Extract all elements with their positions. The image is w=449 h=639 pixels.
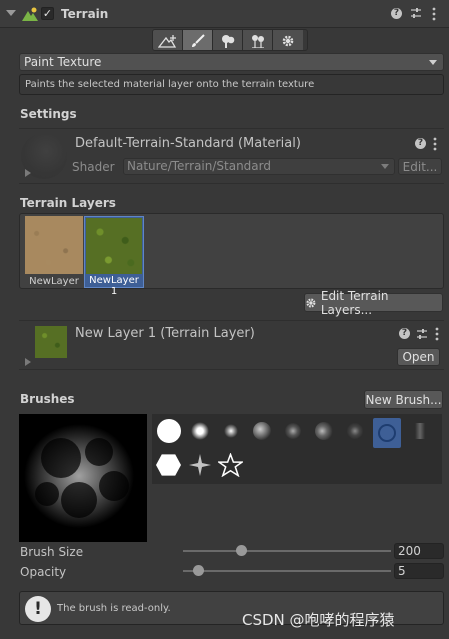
tool-raise-lower-terrain[interactable] [153,30,183,50]
foldout-arrow-icon[interactable] [6,10,16,16]
flower-icon [251,34,264,48]
edit-terrain-layers-button[interactable]: Edit Terrain Layers... [304,289,443,317]
brush-cloud[interactable] [249,418,274,443]
opacity-field[interactable]: 5 [394,563,444,579]
brushes-heading: Brushes [20,392,75,406]
gear-icon [282,35,294,46]
slider-track [183,550,391,552]
brush-row [156,452,243,477]
help-text: The brush is read-only. [57,603,171,614]
mountain-up-icon [157,34,176,48]
dropdown-arrow-icon [429,60,437,65]
terrain-layer-item-selected[interactable]: NewLayer 1 [84,216,144,297]
terrain-layers-heading: Terrain Layers [20,196,116,210]
help-icon[interactable]: ? [415,138,426,149]
new-brush-button[interactable]: New Brush... [364,390,443,409]
preset-icon[interactable] [416,328,428,340]
component-header: ✓ Terrain ? [0,0,449,28]
shader-value: Nature/Terrain/Standard [127,159,271,173]
tool-description: Paints the selected material layer onto … [25,79,315,90]
gear-icon [306,298,316,307]
enabled-checkbox[interactable]: ✓ [41,7,54,20]
brush-size-field[interactable]: 200 [394,543,444,559]
watermark-text: CSDN @咆哮的程序猿 [242,611,395,629]
foldout-arrow-icon[interactable] [25,358,31,366]
layer-inspector-title: New Layer 1 (Terrain Layer) [75,326,255,341]
brush-star-outline[interactable] [218,452,243,477]
tool-terrain-settings[interactable] [273,30,303,50]
terrain-icon [22,7,38,21]
opacity-value: 5 [398,564,406,578]
paint-brush-icon [191,33,205,47]
open-button-label: Open [402,350,435,364]
terrain-layer-label: NewLayer [29,276,79,287]
shader-label: Shader [72,160,115,174]
brush-noise-1[interactable] [280,418,305,443]
context-menu-icon[interactable] [433,137,437,151]
help-icon[interactable]: ? [399,328,410,339]
shader-edit-label: Edit... [402,159,438,174]
tool-select-value: Paint Texture [24,55,102,69]
tool-description-box: Paints the selected material layer onto … [19,74,444,95]
brush-noise-3[interactable] [342,418,367,443]
brush-size-slider[interactable] [183,544,391,558]
tool-paint-trees[interactable] [213,30,243,50]
opacity-slider[interactable] [183,564,391,578]
dropdown-arrow-icon [381,164,389,169]
brush-round-hard[interactable] [156,418,181,443]
brush-size-label: Brush Size [20,545,84,559]
shader-edit-button[interactable]: Edit... [398,158,442,175]
brush-round-soft-2[interactable] [218,418,243,443]
tool-bar [152,29,308,51]
layer-thumbnail [35,326,67,358]
brush-preview [19,414,147,542]
grass-texture-thumbnail [86,218,142,274]
tool-paint-details[interactable] [243,30,273,50]
context-menu-icon[interactable] [432,7,436,21]
layer-inspector: New Layer 1 (Terrain Layer) ? Open [19,320,444,370]
shader-dropdown[interactable]: Nature/Terrain/Standard [123,158,395,175]
foldout-arrow-icon[interactable] [25,169,31,177]
info-icon: ! [25,596,51,622]
brush-swirl-selected[interactable] [373,418,401,448]
help-icon[interactable]: ? [391,8,402,19]
brush-star-soft[interactable] [187,452,212,477]
context-menu-icon[interactable] [435,327,439,341]
slider-track [183,570,391,572]
slider-thumb[interactable] [236,545,247,556]
tool-select-dropdown[interactable]: Paint Texture [19,53,444,71]
preset-icon[interactable] [410,7,422,19]
brush-round-soft-1[interactable] [187,418,212,443]
tree-icon [221,34,234,48]
brush-row [156,418,432,448]
brush-noise-2[interactable] [311,418,336,443]
settings-heading: Settings [20,107,77,121]
brush-streak[interactable] [407,418,432,443]
edit-terrain-layers-label: Edit Terrain Layers... [320,288,389,317]
material-name: Default-Terrain-Standard (Material) [75,136,301,151]
new-brush-label: New Brush... [365,392,442,407]
terrain-layer-label: NewLayer 1 [89,275,139,297]
material-editor: Default-Terrain-Standard (Material) ? Sh… [19,128,444,184]
slider-thumb[interactable] [193,565,204,576]
terrain-layer-item[interactable]: NewLayer [24,216,84,288]
brush-palette [152,414,442,484]
tool-paint-texture[interactable] [183,30,213,50]
brush-size-value: 200 [398,544,421,558]
terrain-layers-list: NewLayer NewLayer 1 [19,213,444,297]
brush-hexagon[interactable] [156,452,181,477]
sand-texture-thumbnail [25,216,83,274]
component-title: Terrain [61,7,109,21]
opacity-label: Opacity [20,565,67,579]
open-button[interactable]: Open [397,348,440,366]
